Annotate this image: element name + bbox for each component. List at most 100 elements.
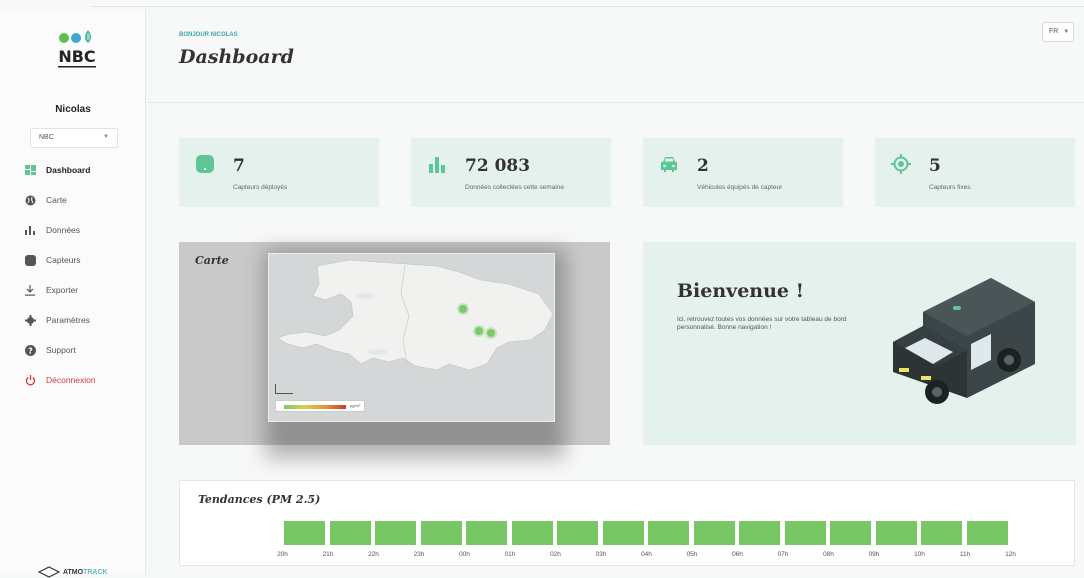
welcome-text: Ici, retrouvez toutes vos données sur vo… [677, 316, 847, 331]
org-select[interactable]: NBC ▼ [30, 128, 118, 148]
header: BONJOUR NICOLAS Dashboard FR ▼ [147, 10, 1084, 103]
trend-hour-label: 06h [732, 551, 743, 558]
trend-hour-label: 02h [550, 551, 561, 558]
trend-hour-label: 12h [1005, 551, 1016, 558]
trend-hour-label: 10h [914, 551, 925, 558]
download-icon [24, 284, 36, 296]
trend-bar[interactable] [602, 521, 644, 545]
user-name: Nicolas [55, 104, 91, 115]
trend-hour-label: 11h [959, 551, 971, 558]
sidebar-item-label: Dashboard [46, 165, 91, 175]
map-card: Carte µg/m³ [179, 242, 610, 458]
stat-value: 5 [929, 156, 941, 176]
sidebar-item-label: Exporter [46, 285, 79, 295]
sidebar-item-label: Données [46, 225, 81, 235]
stat-card-capteurs-fixes: 5 Capteurs fixes [875, 138, 1075, 207]
trend-bar[interactable] [875, 521, 917, 545]
top-divider [90, 6, 1084, 7]
language-select[interactable]: FR ▼ [1042, 22, 1074, 42]
stat-card-donnees: 72 083 Données collectées cette semaine [411, 138, 611, 207]
trend-bar[interactable] [557, 521, 598, 545]
sidebar-item-donnees[interactable]: Données [24, 222, 80, 238]
sidebar-item-label: Support [46, 345, 76, 355]
sidebar-item-label: Déconnexion [46, 375, 96, 385]
sidebar: NBC Nicolas NBC ▼ Dashboard Carte Donnée… [0, 10, 146, 578]
sensor-icon [196, 155, 214, 173]
trend-hour-label: 08h [823, 551, 834, 558]
sidebar-item-label: Carte [46, 195, 67, 205]
chevron-down-icon: ▼ [1063, 29, 1070, 35]
trend-bar[interactable] [830, 521, 871, 545]
trend-bar[interactable] [739, 521, 780, 545]
trend-bar[interactable] [284, 521, 325, 545]
trend-bar[interactable] [375, 521, 416, 545]
truck-illustration [893, 278, 1035, 404]
sidebar-item-carte[interactable]: Carte [24, 192, 67, 208]
welcome-card: Bienvenue ! Ici, retrouvez toutes vos do… [643, 242, 1076, 445]
stat-label: Véhicules équipés de capteur [697, 184, 783, 191]
trend-bar[interactable] [329, 521, 371, 545]
sidebar-item-label: Capteurs [46, 255, 81, 265]
sidebar-item-capteurs[interactable]: Capteurs [24, 252, 81, 268]
bar-chart-icon [429, 157, 445, 173]
trend-bar[interactable] [921, 521, 962, 545]
trend-hour-label: 00h [459, 551, 470, 558]
map-island [276, 259, 554, 371]
trend-hour-label: 07h [777, 551, 789, 558]
target-icon [891, 154, 911, 174]
sidebar-item-label: Paramètres [46, 315, 90, 325]
globe-icon [24, 194, 36, 206]
stat-value: 7 [233, 156, 245, 176]
map-scale [275, 384, 293, 394]
stat-value: 2 [697, 156, 709, 176]
trend-hour-label: 23h [413, 551, 425, 558]
sidebar-item-parametres[interactable]: Paramètres [24, 312, 90, 328]
sensor-marker[interactable] [475, 327, 483, 335]
trend-hour-label: 22h [368, 551, 379, 558]
trend-hour-label: 09h [868, 551, 880, 558]
power-icon [24, 374, 36, 386]
trend-bar[interactable] [693, 521, 735, 545]
chevron-down-icon: ▼ [103, 134, 109, 140]
page-title: Dashboard [179, 46, 294, 68]
stat-label: Données collectées cette semaine [465, 184, 565, 191]
trend-bars: 20h 21h 22h 23h 00h 01h 02h 03h 04h 05h 06h 07h 08h 0… [262, 521, 1054, 558]
legend-unit: µg/m³ [350, 403, 361, 408]
welcome-title: Bienvenue ! [677, 280, 804, 302]
org-select-value: NBC [39, 134, 54, 141]
atmotrack-brand: ATMO TRACK [38, 566, 108, 578]
trend-hour-label: 05h [686, 551, 698, 558]
gear-icon [24, 314, 36, 326]
stat-card-vehicules: 2 Véhicules équipés de capteur [643, 138, 843, 207]
trend-bar[interactable] [511, 521, 553, 545]
trend-hour-label: 20h [277, 551, 288, 558]
trend-hour-label: 01h [504, 551, 516, 558]
legend-gradient [284, 405, 346, 409]
trend-bar[interactable] [648, 521, 689, 545]
trend-bar[interactable] [466, 521, 507, 545]
sensor-marker[interactable] [459, 305, 467, 313]
trend-hour-label: 21h [322, 551, 334, 558]
svg-text:?: ? [28, 346, 33, 355]
stat-label: Capteurs déployés [233, 184, 288, 191]
greeting: BONJOUR NICOLAS [179, 32, 238, 38]
trend-bar[interactable] [420, 521, 462, 545]
bar-chart-icon [24, 224, 36, 236]
sidebar-item-deconnexion[interactable]: Déconnexion [24, 372, 96, 388]
sidebar-item-dashboard[interactable]: Dashboard [24, 162, 90, 178]
map-view[interactable]: µg/m³ [268, 253, 555, 422]
sidebar-item-support[interactable]: ? Support [24, 342, 76, 358]
sidebar-item-exporter[interactable]: Exporter [24, 282, 78, 298]
sensor-marker[interactable] [487, 329, 495, 337]
dashboard-icon [24, 164, 36, 176]
map-legend: µg/m³ [275, 400, 365, 412]
question-icon: ? [24, 344, 36, 356]
car-icon [661, 157, 677, 172]
language-value: FR [1049, 28, 1059, 35]
brand-suffix: TRACK [83, 568, 108, 576]
trend-bar[interactable] [966, 521, 1008, 545]
svg-text:NBC: NBC [58, 47, 95, 66]
nbc-logo: NBC [58, 30, 96, 68]
trend-bar[interactable] [784, 521, 826, 545]
stat-label: Capteurs fixes [929, 184, 971, 191]
